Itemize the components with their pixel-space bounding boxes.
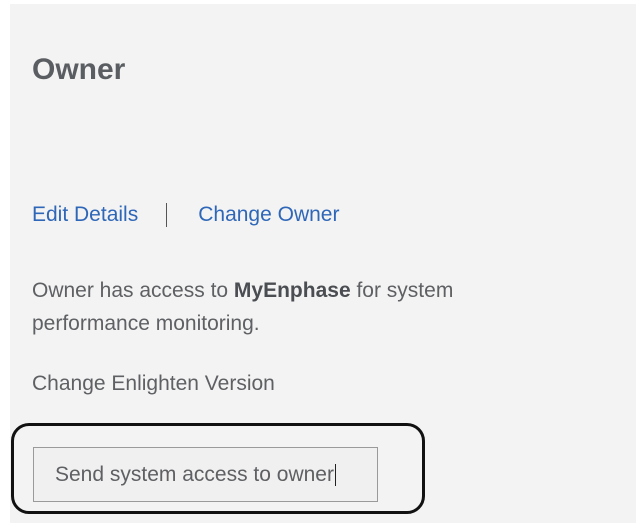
send-system-access-label: Send system access to owner <box>55 462 334 486</box>
change-owner-link[interactable]: Change Owner <box>198 203 339 227</box>
change-enlighten-version[interactable]: Change Enlighten Version <box>32 370 275 398</box>
owner-access-description: Owner has access to MyEnphase for system… <box>32 274 572 340</box>
description-prefix: Owner has access to <box>32 279 234 302</box>
text-cursor <box>334 463 336 486</box>
owner-actions: Edit Details Change Owner <box>32 200 339 230</box>
edit-details-link[interactable]: Edit Details <box>32 203 138 227</box>
product-name: MyEnphase <box>233 279 351 302</box>
send-system-access-button[interactable]: Send system access to owner <box>33 447 378 502</box>
link-separator <box>166 203 168 227</box>
owner-title: Owner <box>32 53 126 86</box>
